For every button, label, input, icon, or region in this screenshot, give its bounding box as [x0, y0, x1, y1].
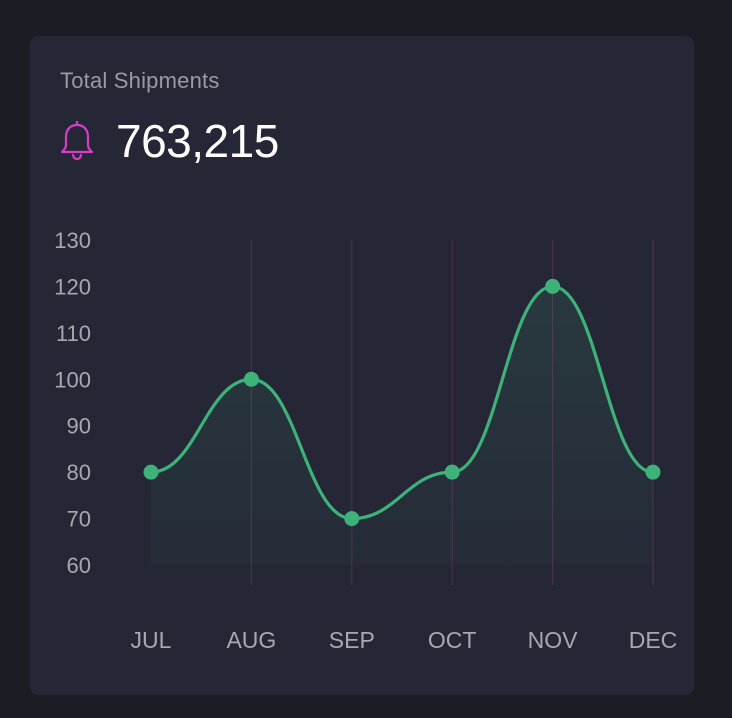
y-tick-label: 60	[67, 553, 91, 578]
data-point-nov[interactable]	[545, 278, 561, 294]
series-area	[151, 286, 653, 565]
x-tick-label-sep: SEP	[329, 627, 375, 653]
data-point-dec[interactable]	[645, 464, 661, 480]
y-tick-label: 120	[54, 274, 91, 299]
x-tick-label-aug: AUG	[226, 627, 276, 653]
y-tick-label: 100	[54, 367, 91, 392]
data-point-jul[interactable]	[143, 464, 159, 480]
shipments-line-chart: 130 120 110 100 90 80 70 60 JUL AUG SEP OCT NOV DEC	[54, 228, 678, 653]
x-tick-label-oct: OCT	[428, 627, 477, 653]
x-tick-label-nov: NOV	[528, 627, 579, 653]
data-point-aug[interactable]	[243, 371, 259, 387]
y-tick-label: 90	[67, 414, 91, 439]
y-tick-label: 80	[67, 460, 91, 485]
y-tick-label: 110	[56, 321, 91, 346]
x-tick-label-dec: DEC	[629, 627, 678, 653]
data-point-sep[interactable]	[344, 511, 360, 527]
y-tick-label: 130	[54, 228, 91, 253]
x-tick-label-jul: JUL	[131, 627, 172, 653]
data-point-oct[interactable]	[444, 464, 460, 480]
y-tick-label: 70	[67, 507, 91, 532]
